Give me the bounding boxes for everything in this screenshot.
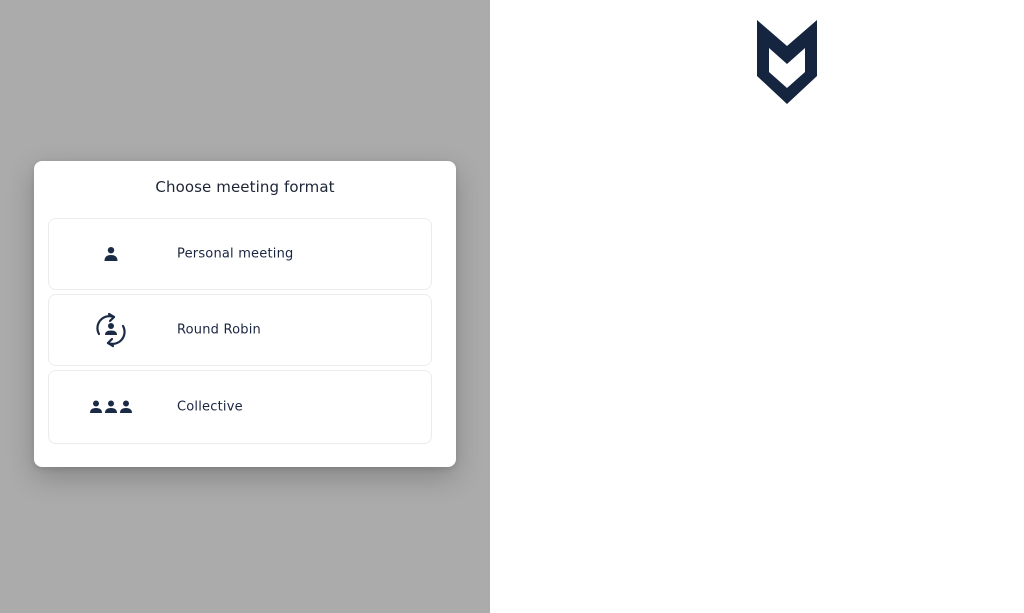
meeting-format-modal: Choose meeting format Personal meeting R…: [34, 161, 456, 467]
modal-title: Choose meeting format: [155, 178, 335, 196]
round-robin-icon: [89, 310, 133, 350]
brand-logo-icon: [757, 20, 817, 104]
person-icon: [89, 234, 133, 274]
option-collective[interactable]: Collective: [48, 370, 432, 444]
option-label: Personal meeting: [177, 246, 294, 262]
group-icon: [89, 387, 133, 427]
option-round-robin[interactable]: Round Robin: [48, 294, 432, 366]
option-personal-meeting[interactable]: Personal meeting: [48, 218, 432, 290]
option-label: Round Robin: [177, 322, 261, 338]
option-label: Collective: [177, 399, 243, 415]
